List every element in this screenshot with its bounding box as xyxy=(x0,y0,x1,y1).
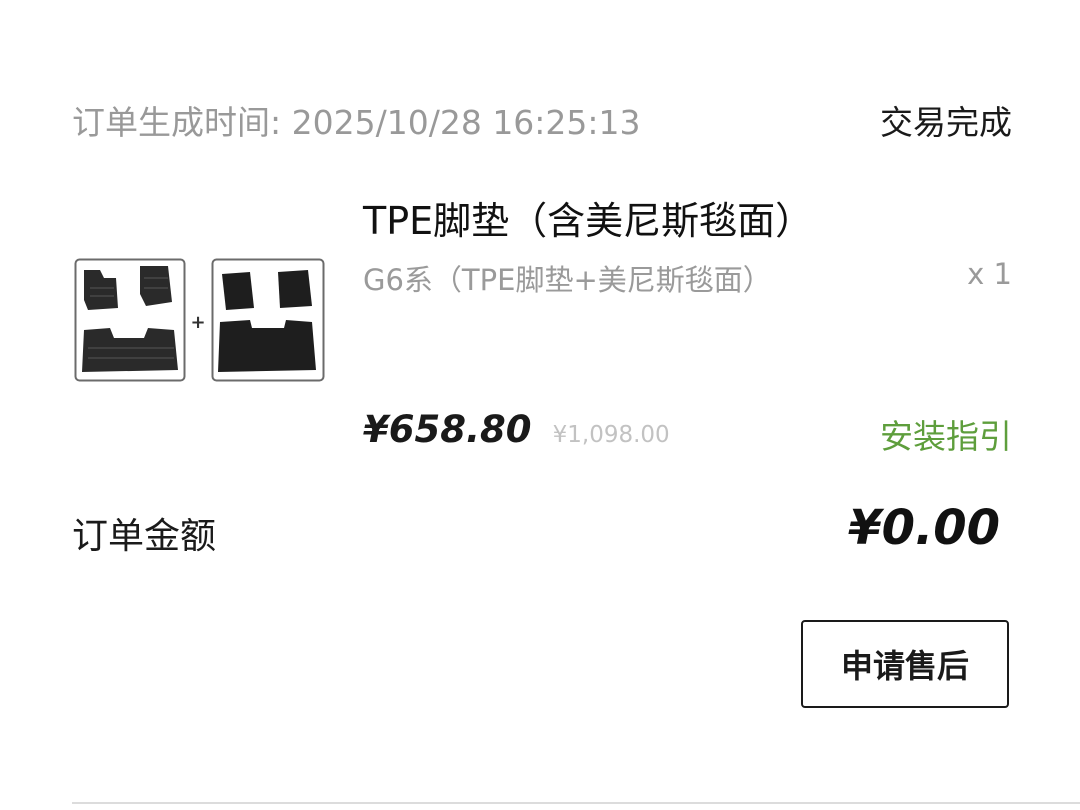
order-status: 交易完成 xyxy=(880,103,1012,142)
apply-aftersale-button[interactable]: 申请售后 xyxy=(801,620,1009,708)
order-time: 订单生成时间: 2025/10/28 16:25:13 xyxy=(72,96,641,144)
order-time-value: 2025/10/28 16:25:13 xyxy=(291,103,641,142)
price-original: ¥1,098.00 xyxy=(552,422,670,448)
product-variant: G6系（TPE脚垫+美尼斯毯面） xyxy=(363,263,772,297)
order-time-label: 订单生成时间: xyxy=(72,103,282,142)
product-image[interactable]: + xyxy=(74,258,326,386)
order-total-label: 订单金额 xyxy=(72,516,217,557)
price-current: ¥658.80 xyxy=(363,408,532,451)
product-title: TPE脚垫（含美尼斯毯面） xyxy=(363,199,814,243)
product-image-plus: + xyxy=(190,312,205,333)
install-guide-link[interactable]: 安装指引 xyxy=(880,410,1012,458)
bottom-divider xyxy=(72,802,1080,804)
order-total-value: ¥0.00 xyxy=(848,500,1000,556)
price-row: ¥658.80 ¥1,098.00 xyxy=(363,408,670,451)
product-quantity: x 1 xyxy=(967,257,1012,291)
